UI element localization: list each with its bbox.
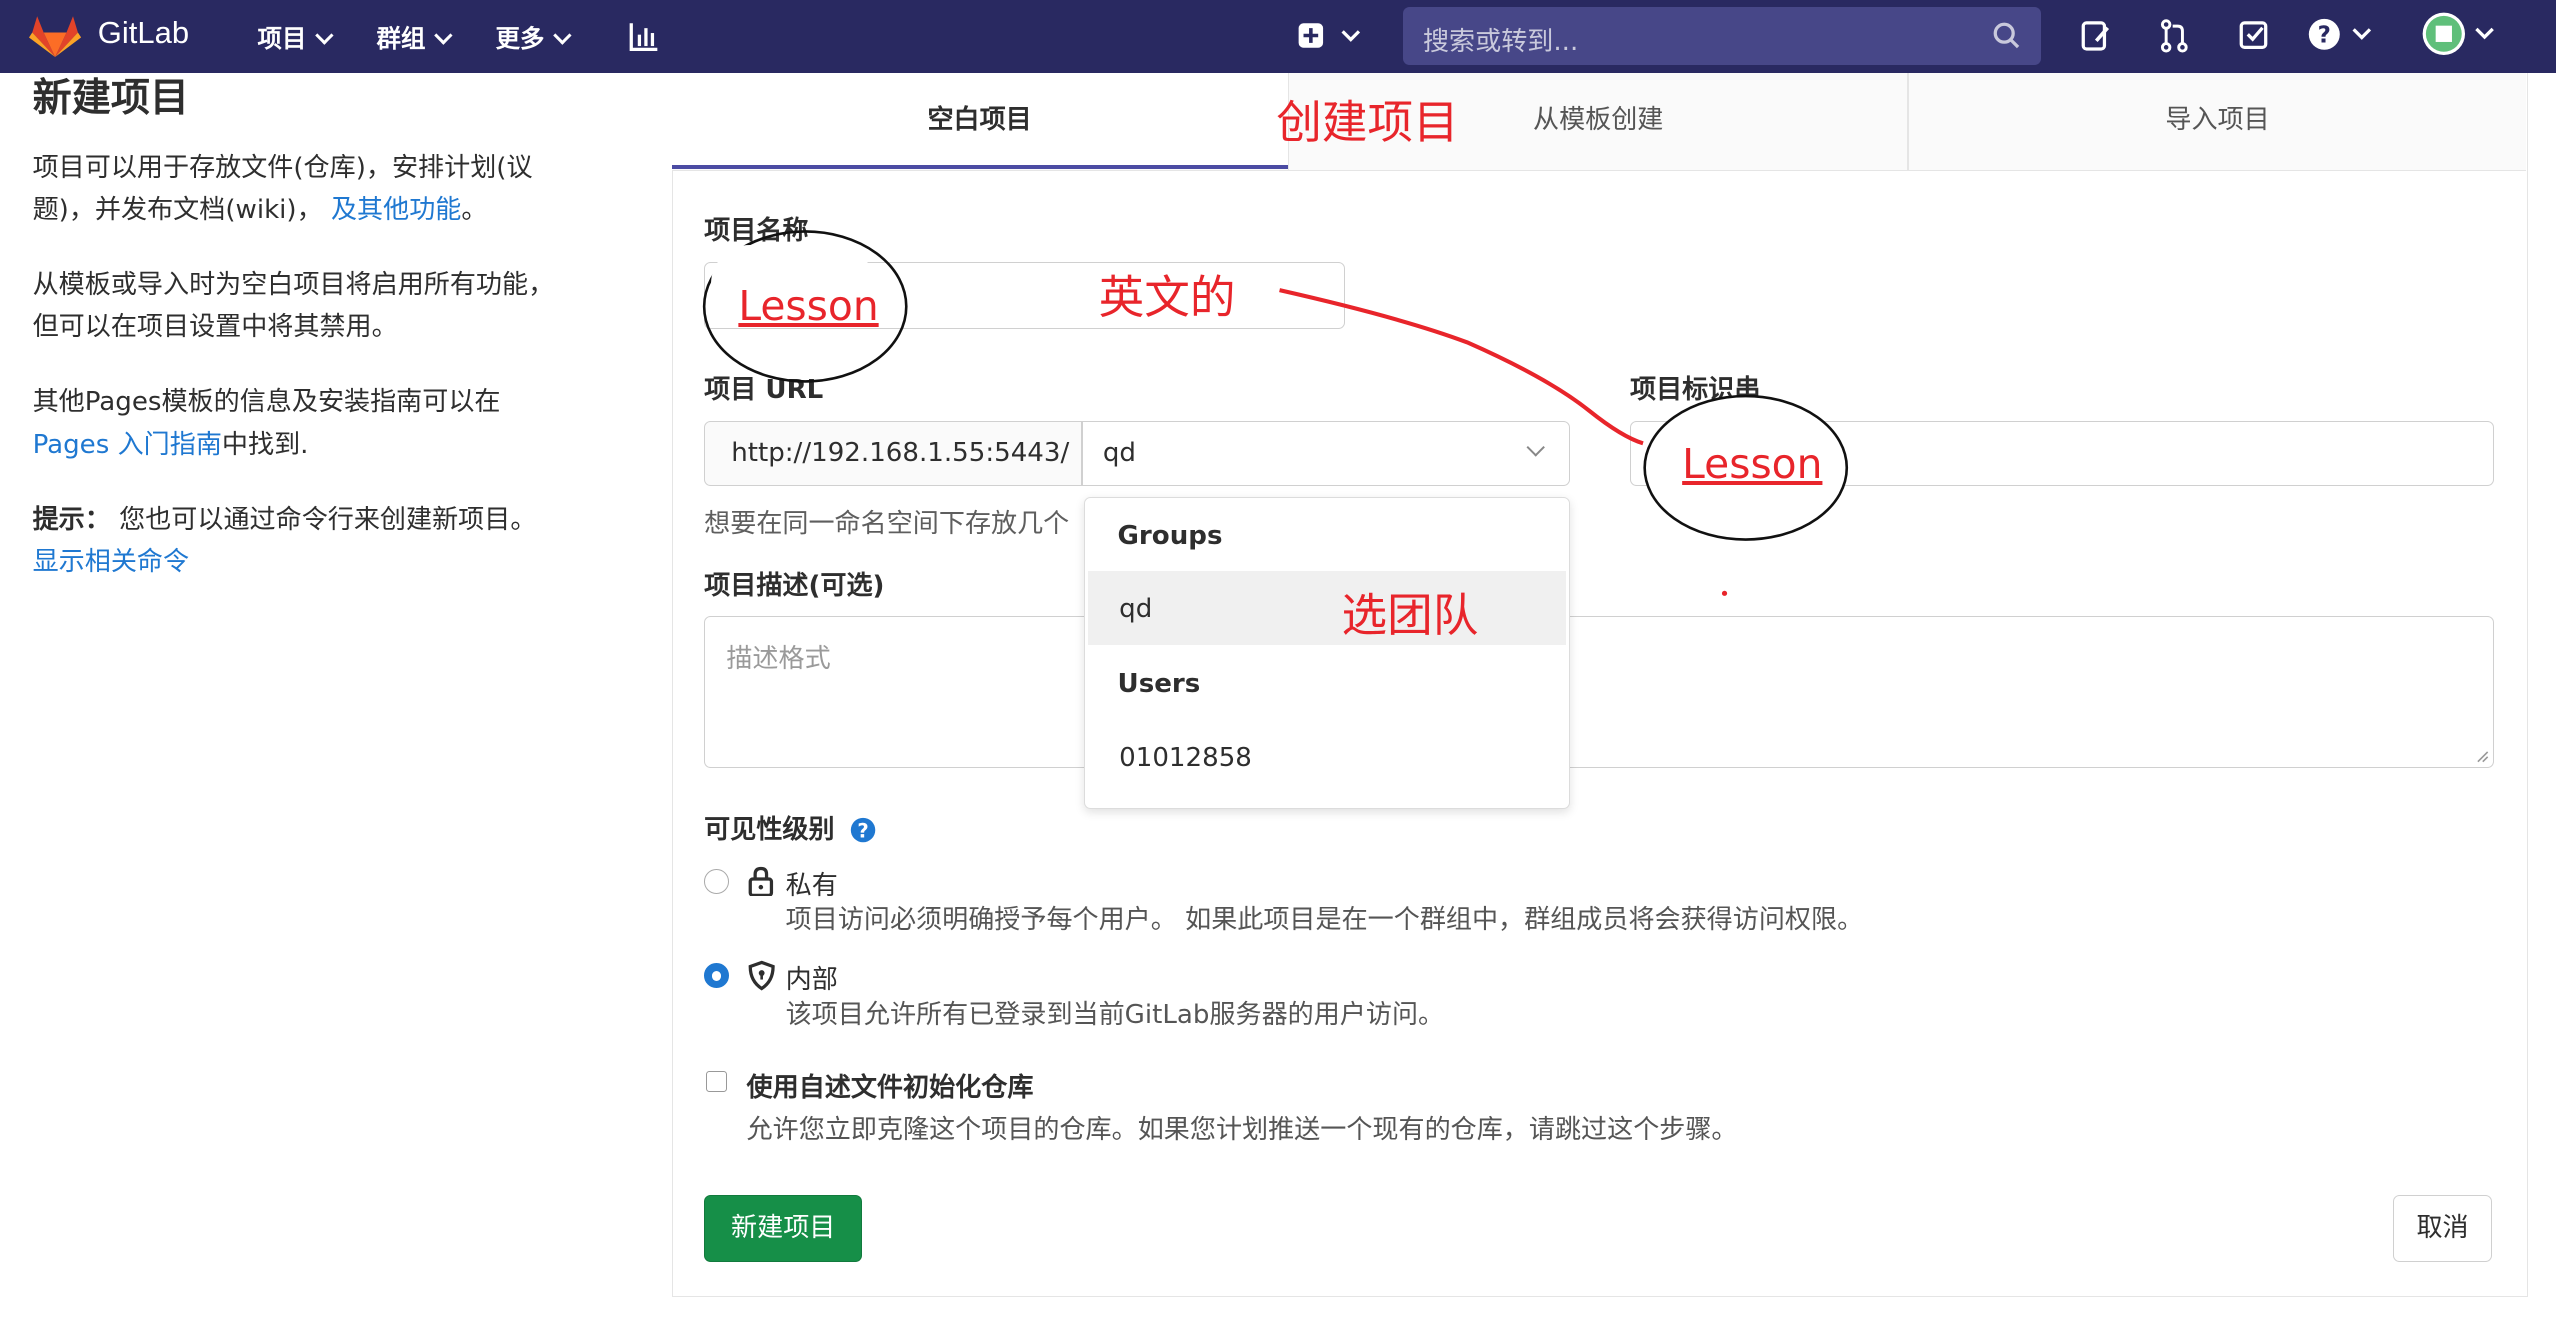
page-title: 新建项目 <box>32 75 190 121</box>
sidebar-text: 但可以在项目设置中将其禁用。 <box>32 312 398 343</box>
chevron-down-icon <box>553 26 572 45</box>
tab-import-project[interactable]: 导入项目 <box>1909 73 2527 169</box>
create-project-button[interactable]: 新建项目 <box>704 1194 863 1262</box>
sidebar-tip: 提示： 您也可以通过命令行来创建新项目。显示相关命令 <box>33 499 620 584</box>
gitlab-logo-icon[interactable] <box>29 13 82 66</box>
annotation-lesson-slug: Lesson <box>1682 440 1823 489</box>
nav-more-label: 更多 <box>495 23 545 53</box>
annotation-lesson-name: Lesson <box>738 281 879 330</box>
sidebar-text: 从模板或导入时为空白项目将启用所有功能， <box>32 270 555 301</box>
sidebar-paragraph-3: 其他Pages模板的信息及安装指南可以在 Pages 入门指南中找到. <box>33 381 620 466</box>
top-navbar: GitLab 项目 群组 更多 搜索或转到... ? <box>0 0 2556 74</box>
internal-description: 该项目允许所有已登录到当前GitLab服务器的用户访问。 <box>785 999 1445 1030</box>
svg-text:?: ? <box>2318 22 2331 48</box>
project-url-label: 项目 URL <box>704 375 824 406</box>
init-readme-checkbox[interactable] <box>705 1070 728 1093</box>
annotation-english: 英文的 <box>1098 270 1236 324</box>
namespace-dropdown: Groups qd Users 01012858 <box>1083 497 1571 809</box>
sidebar-text: 项目可以用于存放文件(仓库)，安排计划(议 <box>32 152 533 183</box>
visibility-label-text: 可见性级别 <box>704 815 835 846</box>
show-commands-link[interactable]: 显示相关命令 <box>33 547 189 577</box>
init-readme-description: 允许您立即克隆这个项目的仓库。如果您计划推送一个现有的仓库，请跳过这个步骤。 <box>746 1115 1738 1146</box>
help-icon[interactable]: ? <box>2308 18 2380 61</box>
sidebar: 新建项目 项目可以用于存放文件(仓库)，安排计划(议 题)，并发布文档(wiki)… <box>33 75 620 584</box>
nav-groups[interactable]: 群组 <box>376 20 453 55</box>
tip-label: 提示： <box>32 504 111 535</box>
nav-projects[interactable]: 项目 <box>257 20 334 55</box>
private-description: 项目访问必须明确授予每个用户。 如果此项目是在一个群组中，群组成员将会获得访问权… <box>785 905 1864 936</box>
search-placeholder: 搜索或转到... <box>1422 26 1579 57</box>
init-readme-title: 使用自述文件初始化仓库 <box>746 1073 1034 1104</box>
shield-icon <box>748 960 775 991</box>
new-plus-icon[interactable] <box>1297 20 1362 60</box>
lock-icon <box>748 866 773 897</box>
project-slug-label: 项目标识串 <box>1630 375 1761 406</box>
search-input[interactable]: 搜索或转到... <box>1403 6 2041 66</box>
merge-requests-icon[interactable] <box>2158 18 2191 61</box>
visibility-label: 可见性级别 ? <box>704 808 876 846</box>
dropdown-item-group-qd[interactable]: qd <box>1119 594 1152 624</box>
description-textarea[interactable]: 描述格式 <box>704 616 2494 768</box>
url-prefix: http://192.168.1.55:5443/ <box>704 420 1083 486</box>
resize-handle-icon[interactable] <box>2473 747 2489 763</box>
annotation-select-team: 选团队 <box>1341 588 1479 642</box>
dropdown-highlight <box>1088 571 1566 645</box>
namespace-select[interactable]: qd <box>1082 420 1570 486</box>
annotation-create-project: 创建项目 <box>1276 96 1459 150</box>
user-avatar-icon[interactable] <box>2421 11 2499 67</box>
dropdown-item-user[interactable]: 01012858 <box>1119 743 1252 773</box>
tab-blank-project[interactable]: 空白项目 <box>671 73 1288 169</box>
cancel-button[interactable]: 取消 <box>2392 1194 2493 1262</box>
nav-more[interactable]: 更多 <box>495 20 572 55</box>
issues-icon[interactable] <box>2080 18 2113 61</box>
sidebar-paragraph-2: 从模板或导入时为空白项目将启用所有功能， 但可以在项目设置中将其禁用。 <box>33 264 620 349</box>
sidebar-paragraph-1: 项目可以用于存放文件(仓库)，安排计划(议 题)，并发布文档(wiki)， 及其他… <box>33 147 620 232</box>
project-name-label: 项目名称 <box>704 215 809 246</box>
nav-groups-label: 群组 <box>376 23 426 53</box>
dropdown-groups-header: Groups <box>1117 520 1223 551</box>
chevron-down-icon <box>315 26 334 45</box>
svg-text:?: ? <box>858 820 869 843</box>
pages-guide-link[interactable]: Pages 入门指南 <box>33 430 222 460</box>
search-icon <box>1993 22 2020 49</box>
chevron-down-icon <box>1526 438 1546 458</box>
dropdown-users-header: Users <box>1117 669 1201 700</box>
visibility-private-radio[interactable] <box>704 868 729 894</box>
sidebar-text: 中找到. <box>221 429 309 460</box>
todos-icon[interactable] <box>2238 18 2271 61</box>
sidebar-text: 题)，并发布文档(wiki)， <box>32 195 323 226</box>
description-placeholder: 描述格式 <box>726 643 831 674</box>
activity-chart-icon[interactable] <box>628 20 661 60</box>
sidebar-text: 。 <box>461 195 488 226</box>
nav-projects-label: 项目 <box>257 23 307 53</box>
chevron-down-icon <box>434 26 453 45</box>
other-features-link[interactable]: 及其他功能 <box>331 195 461 225</box>
private-title: 私有 <box>785 870 838 901</box>
namespace-value: qd <box>1102 437 1136 468</box>
description-label: 项目描述(可选) <box>704 570 885 601</box>
internal-title: 内部 <box>785 965 838 996</box>
question-circle-icon[interactable]: ? <box>850 817 876 843</box>
namespace-help-text: 想要在同一命名空间下存放几个 <box>704 509 1070 540</box>
tip-text: 您也可以通过命令行来创建新项目。 <box>119 504 537 535</box>
visibility-internal-radio[interactable] <box>704 963 729 989</box>
project-tabs: 空白项目 从模板创建 导入项目 <box>671 73 2527 171</box>
brand-name[interactable]: GitLab <box>98 15 189 51</box>
sidebar-text: 其他Pages模板的信息及安装指南可以在 <box>32 387 501 418</box>
